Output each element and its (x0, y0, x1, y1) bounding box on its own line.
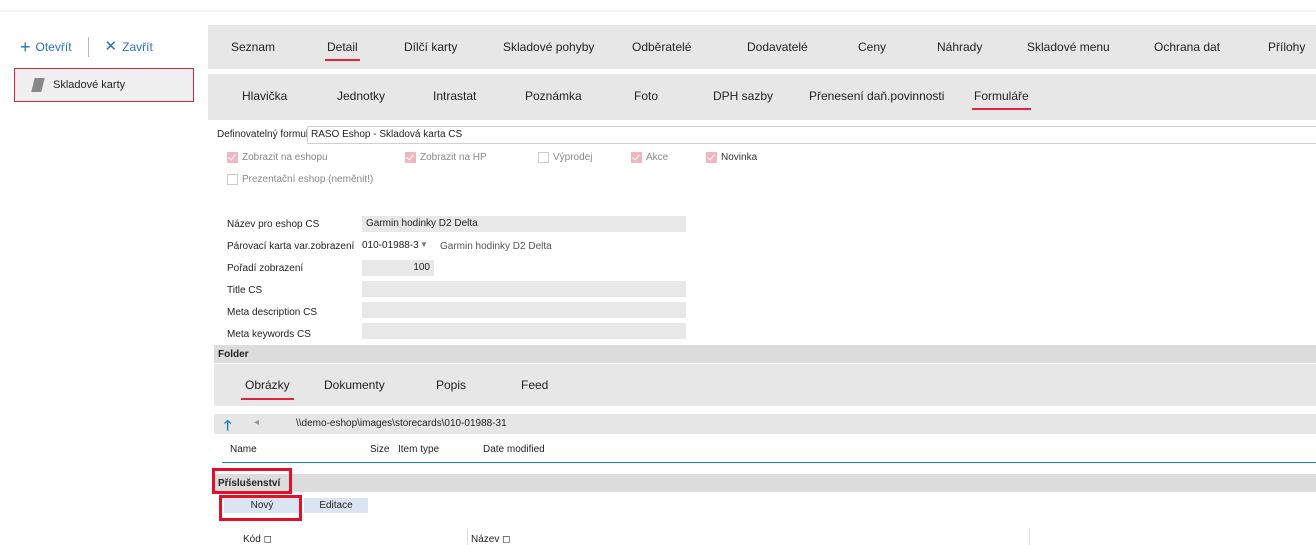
folder-section-header: Folder (214, 345, 1316, 363)
card-label: Skladové karty (53, 79, 126, 91)
col-date-modified[interactable]: Date modified (483, 444, 545, 455)
pair-select[interactable]: 010-01988-3 ▼ (360, 238, 430, 254)
checkbox-zobrazit-hp[interactable]: Zobrazit na HP (405, 152, 487, 163)
accessories-section-header: Příslušenství (214, 474, 1316, 492)
checkbox-prezentacni[interactable]: Prezentační eshop (neměnit!) (227, 174, 373, 185)
title-input[interactable] (362, 281, 686, 297)
up-arrow-icon[interactable]: 🡑 (224, 415, 231, 439)
main-tabs: Seznam Detail Dílčí karty Skladové pohyb… (208, 25, 1316, 69)
meta-kw-label: Meta keywords CS (227, 329, 311, 340)
checkbox-checked-icon (631, 152, 642, 163)
name-label: Název pro eshop CS (227, 219, 320, 230)
subtab-intrastat[interactable]: Intrastat (433, 74, 476, 118)
tab-dodavatele[interactable]: Dodavatelé (747, 25, 808, 69)
left-actions: + Otevřít ✕ Zavřít (20, 36, 153, 58)
active-subtab-underline (972, 108, 1031, 110)
col-title[interactable]: Název ◻ (471, 534, 510, 545)
folder-path: \\demo-eshop\images\storecards\010-01988… (296, 418, 507, 429)
tab-nahrady[interactable]: Náhrady (937, 25, 982, 69)
name-input[interactable]: Garmin hodinky D2 Delta (362, 216, 686, 232)
folder-tab-popis[interactable]: Popis (436, 364, 466, 406)
order-input[interactable]: 100 (362, 260, 434, 276)
highlight-frame-section (212, 468, 292, 494)
folder-tab-feed[interactable]: Feed (521, 364, 548, 406)
tab-skladove-menu[interactable]: Skladové menu (1027, 25, 1110, 69)
top-divider (0, 10, 1316, 12)
subtab-preneseni[interactable]: Přenesení daň.povinnosti (809, 74, 944, 118)
subtab-formulare[interactable]: Formuláře (972, 74, 1031, 118)
checkbox-checked-icon (227, 152, 238, 163)
card-icon (31, 78, 45, 92)
close-icon: ✕ (104, 38, 118, 55)
checkbox-zobrazit-eshop[interactable]: Zobrazit na eshopu (227, 152, 328, 163)
open-card-tab[interactable]: Skladové karty (14, 68, 194, 102)
checkbox-empty-icon (227, 174, 238, 185)
plus-icon: + (20, 37, 31, 57)
definable-form-value: RASO Eshop - Skladová karta CS (311, 129, 463, 140)
active-folder-tab-underline (241, 398, 294, 400)
pair-name: Garmin hodinky D2 Delta (440, 241, 552, 252)
pair-label: Párovací karta var.zobrazení (227, 241, 355, 252)
col-size[interactable]: Size (370, 444, 389, 455)
close-label: Zavřít (122, 40, 153, 54)
col-code[interactable]: Kód ◻ (243, 534, 272, 545)
definable-form-input[interactable]: RASO Eshop - Skladová karta CS (307, 126, 1316, 144)
action-separator (87, 37, 89, 57)
column-divider (467, 528, 468, 545)
checkbox-akce[interactable]: Akce (631, 152, 668, 163)
subtab-hlavicka[interactable]: Hlavička (242, 74, 287, 118)
accessories-toolbar: Nový Editace (214, 494, 1316, 518)
highlight-frame-new (219, 495, 302, 521)
order-label: Pořadí zobrazení (227, 263, 304, 274)
tab-odberatele[interactable]: Odběratelé (632, 25, 691, 69)
checkbox-empty-icon (538, 152, 549, 163)
checkbox-checked-icon (405, 152, 416, 163)
close-button[interactable]: ✕ Zavřít (105, 39, 153, 55)
folder-tab-bar: Obrázky Dokumenty Popis Feed (214, 364, 1316, 406)
col-item-type[interactable]: Item type (398, 444, 439, 455)
tab-prilohy[interactable]: Přílohy (1268, 25, 1305, 69)
definable-form-label: Definovatelný formulář: (217, 129, 320, 140)
folder-path-bar: 🡑 ◂ \\demo-eshop\images\storecards\010-0… (214, 414, 1316, 434)
meta-kw-input[interactable] (362, 323, 686, 339)
checkbox-checked-icon (706, 152, 717, 163)
back-arrow-icon[interactable]: ◂ (254, 417, 259, 428)
folder-tab-obrazky[interactable]: Obrázky (241, 364, 294, 406)
tab-skladove-pohyby[interactable]: Skladové pohyby (503, 25, 594, 69)
open-label: Otevřít (35, 40, 72, 54)
file-list-header: Name Size Item type Date modified (222, 440, 1316, 463)
subtab-jednotky[interactable]: Jednotky (337, 74, 385, 118)
edit-button[interactable]: Editace (304, 498, 368, 513)
meta-desc-label: Meta description CS (227, 307, 318, 318)
active-tab-underline (325, 59, 360, 61)
tab-ceny[interactable]: Ceny (858, 25, 886, 69)
tab-seznam[interactable]: Seznam (231, 25, 275, 69)
subtab-foto[interactable]: Foto (634, 74, 658, 118)
subtab-dph-sazby[interactable]: DPH sazby (713, 74, 773, 118)
form-area: Definovatelný formulář: RASO Eshop - Skl… (208, 121, 1316, 345)
sub-tab-bar: Hlavička Jednotky Intrastat Poznámka Fot… (208, 74, 1316, 120)
tab-detail[interactable]: Detail (325, 25, 360, 69)
tab-ochrana-dat[interactable]: Ochrana dat (1154, 25, 1220, 69)
meta-desc-input[interactable] (362, 302, 686, 318)
accessories-table-header: Kód ◻ Název ◻ (214, 528, 1316, 545)
title-label: Title CS (227, 285, 263, 296)
folder-tab-dokumenty[interactable]: Dokumenty (324, 364, 385, 406)
checkbox-vyprodej[interactable]: Výprodej (538, 152, 592, 163)
checkbox-novinka[interactable]: Novinka (706, 152, 757, 163)
chevron-down-icon: ▼ (420, 240, 428, 249)
col-name[interactable]: Name (230, 444, 257, 455)
tab-dilci-karty[interactable]: Dílčí karty (404, 25, 457, 69)
column-divider (1029, 528, 1030, 545)
open-button[interactable]: + Otevřít (20, 37, 72, 57)
subtab-poznamka[interactable]: Poznámka (525, 74, 582, 118)
